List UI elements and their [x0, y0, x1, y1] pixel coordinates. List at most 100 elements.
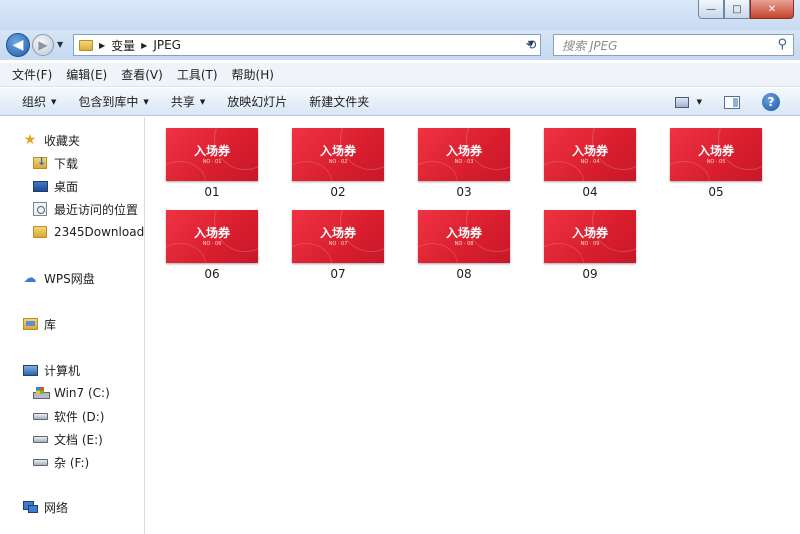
- file-name: 04: [582, 185, 598, 199]
- file-item[interactable]: 入场券 NO · 01 01: [163, 128, 263, 206]
- thumbnail-subtitle: NO · 07: [328, 241, 348, 247]
- sidebar-item-favorites[interactable]: ★ 收藏夹: [22, 129, 166, 151]
- minimize-button[interactable]: —: [698, 0, 724, 19]
- file-name: 06: [204, 267, 220, 281]
- image-thumbnail: 入场券 NO · 08: [418, 210, 510, 263]
- organize-label: 组织: [22, 95, 47, 109]
- include-in-library-button[interactable]: 包含到库中 ▼: [78, 93, 148, 110]
- thumbnail-title: 入场券: [445, 226, 482, 240]
- command-bar: 组织 ▼ 包含到库中 ▼ 共享 ▼ 放映幻灯片 新建文件夹 ▼ ?: [0, 88, 800, 116]
- system-drive-icon: [32, 387, 50, 399]
- downloads-folder-icon: [33, 155, 47, 169]
- search-icon[interactable]: ⚲: [777, 37, 787, 52]
- sidebar-item-libraries[interactable]: 库: [22, 313, 166, 335]
- menu-view[interactable]: 查看(V): [121, 66, 163, 83]
- include-in-library-label: 包含到库中: [78, 95, 139, 109]
- menu-bar: 文件(F) 编辑(E) 查看(V) 工具(T) 帮助(H): [0, 63, 800, 87]
- file-name: 05: [708, 185, 724, 199]
- share-button[interactable]: 共享 ▼: [171, 93, 205, 110]
- file-item[interactable]: 入场券 NO · 03 03: [415, 128, 515, 206]
- thumbnail-subtitle: NO · 09: [580, 241, 600, 247]
- help-icon[interactable]: ?: [762, 93, 780, 111]
- image-thumbnail: 入场券 NO · 06: [166, 210, 258, 263]
- preview-pane-icon[interactable]: [724, 95, 740, 109]
- sidebar-item-wps-cloud[interactable]: ☁ WPS网盘: [22, 267, 166, 289]
- thumbnail-subtitle: NO · 08: [454, 241, 474, 247]
- thumbnail-subtitle: NO · 03: [454, 159, 474, 165]
- desktop-icon: [32, 180, 48, 192]
- sidebar-item-computer[interactable]: 计算机: [22, 359, 166, 381]
- file-item[interactable]: 入场券 NO · 06 06: [163, 210, 263, 288]
- menu-tools[interactable]: 工具(T): [177, 66, 218, 83]
- share-label: 共享: [170, 95, 195, 109]
- breadcrumb-separator-icon[interactable]: ▶: [99, 41, 105, 50]
- sidebar-item-label: 软件 (D:): [54, 409, 105, 424]
- thumbnail-subtitle: NO · 02: [328, 159, 348, 165]
- back-button[interactable]: ◀: [6, 33, 30, 57]
- search-input[interactable]: 搜索 JPEG ⚲: [553, 34, 794, 56]
- thumbnail-title: 入场券: [193, 144, 230, 158]
- file-name: 08: [456, 267, 472, 281]
- new-folder-button[interactable]: 新建文件夹: [309, 93, 369, 110]
- file-item[interactable]: 入场券 NO · 04 04: [541, 128, 641, 206]
- sidebar-item-label: 最近访问的位置: [54, 202, 139, 217]
- image-thumbnail: 入场券 NO · 04: [544, 128, 636, 181]
- slideshow-label: 放映幻灯片: [227, 95, 288, 109]
- sidebar-item-label: 库: [44, 317, 57, 332]
- sidebar-item-label: 计算机: [44, 363, 81, 378]
- file-name: 03: [456, 185, 472, 199]
- file-item[interactable]: 入场券 NO · 08 08: [415, 210, 515, 288]
- thumbnail-title: 入场券: [571, 144, 608, 158]
- image-thumbnail: 入场券 NO · 07: [292, 210, 384, 263]
- breadcrumb-separator-icon[interactable]: ▶: [141, 41, 147, 50]
- command-bar-right: ▼ ?: [674, 88, 800, 116]
- navigation-bar: ◀ ▶ ▼ ▶ 变量 ▶ JPEG ▼ ⟲ 搜索 JPEG ⚲: [0, 30, 800, 60]
- search-placeholder: 搜索 JPEG: [562, 38, 618, 53]
- menu-file[interactable]: 文件(F): [12, 66, 52, 83]
- sidebar-item-label: Win7 (C:): [54, 386, 110, 400]
- file-item[interactable]: 入场券 NO · 05 05: [667, 128, 767, 206]
- breadcrumb-item[interactable]: JPEG: [153, 38, 181, 52]
- title-bar: — □ ✕: [0, 0, 800, 30]
- file-item[interactable]: 入场券 NO · 09 09: [541, 210, 641, 288]
- recent-places-icon: [33, 202, 47, 216]
- computer-icon: [22, 364, 38, 376]
- breadcrumb-item[interactable]: 变量: [111, 37, 135, 54]
- thumbnail-title: 入场券: [193, 226, 230, 240]
- menu-help[interactable]: 帮助(H): [232, 66, 274, 83]
- image-thumbnail: 入场券 NO · 01: [166, 128, 258, 181]
- view-options-dropdown-icon[interactable]: ▼: [697, 98, 702, 106]
- star-icon: ★: [23, 132, 37, 148]
- image-thumbnail: 入场券 NO · 09: [544, 210, 636, 263]
- maximize-button[interactable]: □: [724, 0, 750, 19]
- address-bar[interactable]: ▶ 变量 ▶ JPEG ▼: [73, 34, 541, 56]
- file-name: 02: [330, 185, 346, 199]
- window-controls: — □ ✕: [698, 0, 794, 19]
- recent-pages-dropdown[interactable]: ▼: [57, 40, 63, 49]
- close-button[interactable]: ✕: [750, 0, 794, 19]
- menu-edit[interactable]: 编辑(E): [66, 66, 107, 83]
- hard-drive-icon: [32, 412, 48, 420]
- organize-button[interactable]: 组织 ▼: [22, 93, 56, 110]
- slideshow-button[interactable]: 放映幻灯片: [227, 93, 287, 110]
- sidebar-item-label: WPS网盘: [44, 271, 95, 286]
- file-item[interactable]: 入场券 NO · 07 07: [289, 210, 389, 288]
- refresh-icon[interactable]: ⟲: [521, 34, 541, 56]
- change-view-icon[interactable]: [674, 96, 689, 108]
- forward-button[interactable]: ▶: [32, 34, 54, 56]
- thumbnail-subtitle: NO · 06: [202, 241, 222, 247]
- file-item[interactable]: 入场券 NO · 02 02: [289, 128, 389, 206]
- thumbnail-title: 入场券: [697, 144, 734, 158]
- file-name: 07: [330, 267, 346, 281]
- image-thumbnail: 入场券 NO · 03: [418, 128, 510, 181]
- sidebar-item-network[interactable]: 网络: [22, 496, 166, 518]
- cloud-icon: ☁: [23, 270, 37, 286]
- thumbnail-title: 入场券: [445, 144, 482, 158]
- sidebar-item-label: 文档 (E:): [54, 432, 103, 447]
- thumbnail-title: 入场券: [319, 226, 356, 240]
- sidebar-item-label: 网络: [44, 500, 69, 515]
- sidebar-item-2345downloads[interactable]: 2345Downloads: [32, 221, 144, 243]
- folder-icon: [33, 226, 47, 238]
- sidebar-item-label: 收藏夹: [44, 133, 81, 148]
- image-thumbnail: 入场券 NO · 02: [292, 128, 384, 181]
